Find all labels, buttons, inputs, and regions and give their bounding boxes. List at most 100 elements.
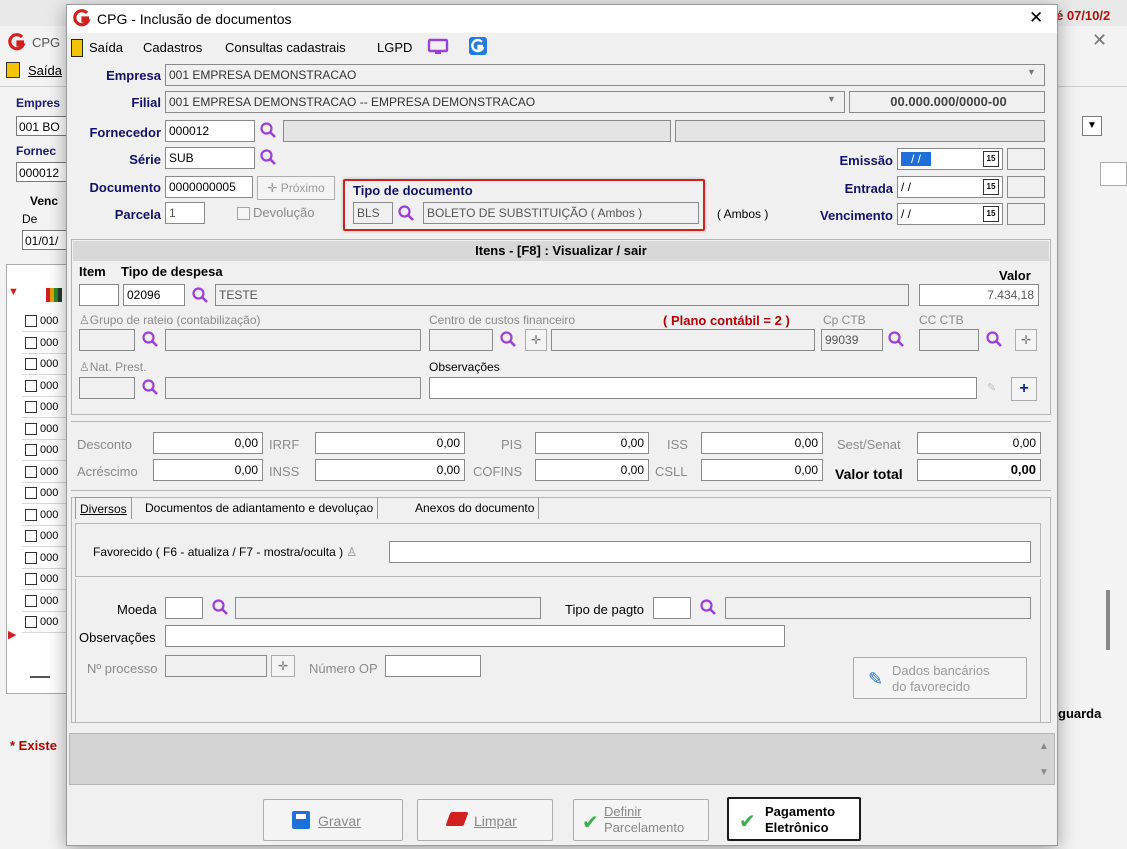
background-menu-saida[interactable]: Saída xyxy=(28,63,62,78)
table-row[interactable]: 000 xyxy=(22,570,68,590)
table-row[interactable]: 000 xyxy=(22,591,68,612)
row-checkbox[interactable] xyxy=(25,379,37,392)
close-icon[interactable]: ✕ xyxy=(1029,8,1043,28)
background-right-field[interactable] xyxy=(1100,162,1127,186)
row-checkbox[interactable] xyxy=(25,551,37,564)
tab-diversos[interactable]: Diversos xyxy=(75,497,132,519)
pencil-icon[interactable]: ✎ xyxy=(987,381,996,394)
cp-ctb-field[interactable]: 99039 xyxy=(821,329,883,351)
tab-anexos[interactable]: Anexos do documento xyxy=(411,497,540,519)
gravar-button[interactable]: Gravar xyxy=(263,799,403,841)
row-checkbox[interactable] xyxy=(25,358,37,371)
devolucao-checkbox[interactable] xyxy=(237,207,250,220)
scroll-up-icon[interactable]: ▲ xyxy=(1039,741,1049,752)
plus-icon[interactable]: ✛ xyxy=(525,329,547,351)
scroll-down-icon[interactable]: ▼ xyxy=(1039,767,1049,778)
parcela-field[interactable]: 1 xyxy=(165,202,205,224)
row-checkbox[interactable] xyxy=(25,508,37,521)
definir-parcelamento-button[interactable]: ✔ Definir Parcelamento xyxy=(573,799,709,841)
tipo-despesa-code-field[interactable]: 02096 xyxy=(123,284,185,306)
search-icon[interactable] xyxy=(141,378,159,396)
table-row[interactable]: 000 xyxy=(22,462,68,483)
table-row[interactable]: 000 xyxy=(22,548,68,569)
row-checkbox[interactable] xyxy=(25,487,37,500)
background-scrollbar-thumb[interactable] xyxy=(1106,590,1110,650)
chevron-down-icon[interactable]: ▼ xyxy=(827,94,836,104)
search-icon[interactable] xyxy=(141,330,159,348)
row-checkbox[interactable] xyxy=(25,401,37,414)
proximo-button[interactable]: ✛ Próximo xyxy=(257,176,335,200)
table-row[interactable]: 000 xyxy=(22,527,68,547)
numero-op-field[interactable] xyxy=(385,655,481,677)
background-close-icon[interactable]: ✕ xyxy=(1092,30,1107,51)
cc-ctb-field[interactable] xyxy=(919,329,979,351)
documento-field[interactable]: 0000000005 xyxy=(165,176,253,198)
sest-field[interactable]: 0,00 xyxy=(917,432,1041,454)
empresa-select[interactable]: 001 EMPRESA DEMONSTRACAO xyxy=(165,64,1045,86)
itens-header[interactable]: Itens - [F8] : Visualizar / sair xyxy=(73,241,1049,261)
search-icon[interactable] xyxy=(211,598,229,616)
limpar-button[interactable]: Limpar xyxy=(417,799,553,841)
search-icon[interactable] xyxy=(499,330,517,348)
minus-icon[interactable] xyxy=(30,676,50,678)
iss-field[interactable]: 0,00 xyxy=(701,432,823,454)
serie-field[interactable]: SUB xyxy=(165,147,255,169)
filial-select[interactable]: 001 EMPRESA DEMONSTRACAO -- EMPRESA DEMO… xyxy=(165,91,845,113)
brand-g-icon[interactable] xyxy=(469,37,487,55)
search-icon[interactable] xyxy=(191,286,209,304)
row-checkbox[interactable] xyxy=(25,594,37,607)
add-item-button[interactable]: + xyxy=(1011,377,1037,401)
row-checkbox[interactable] xyxy=(25,616,37,629)
search-icon[interactable] xyxy=(887,330,905,348)
menu-lgpd[interactable]: LGPD xyxy=(377,40,412,55)
item-field[interactable] xyxy=(79,284,119,306)
cofins-field[interactable]: 0,00 xyxy=(535,459,649,481)
calendar-icon[interactable]: 15 xyxy=(983,151,999,167)
dados-bancarios-button[interactable]: ✎ Dados bancários do favorecido xyxy=(853,657,1027,699)
moeda-code-field[interactable] xyxy=(165,597,203,619)
pagamento-eletronico-button[interactable]: ✔ Pagamento Eletrônico xyxy=(727,797,861,841)
table-row[interactable]: 000 xyxy=(22,484,68,504)
background-de-field[interactable]: 01/01/ xyxy=(22,230,68,250)
centro-custos-code[interactable] xyxy=(429,329,493,351)
row-checkbox[interactable] xyxy=(25,465,37,478)
search-icon[interactable] xyxy=(259,121,277,139)
table-row[interactable]: 000 xyxy=(22,419,68,440)
observacoes-item-field[interactable] xyxy=(429,377,977,399)
plus-icon[interactable]: ✛ xyxy=(271,655,295,677)
table-row[interactable]: 000 xyxy=(22,441,68,461)
row-checkbox[interactable] xyxy=(25,422,37,435)
tipo-pagto-code-field[interactable] xyxy=(653,597,691,619)
chevron-down-icon[interactable]: ▼ xyxy=(1027,67,1036,77)
desconto-field[interactable]: 0,00 xyxy=(153,432,263,454)
menu-cadastros[interactable]: Cadastros xyxy=(143,40,202,55)
row-checkbox[interactable] xyxy=(25,315,37,328)
tipo-documento-code[interactable]: BLS xyxy=(353,202,393,224)
plus-icon[interactable]: ✛ xyxy=(1015,329,1037,351)
irrf-field[interactable]: 0,00 xyxy=(315,432,465,454)
table-row[interactable]: 000 xyxy=(22,505,68,526)
search-icon[interactable] xyxy=(259,148,277,166)
table-row[interactable]: 000 xyxy=(22,312,68,332)
menu-saida[interactable]: Saída xyxy=(89,40,123,55)
table-row[interactable]: 000 xyxy=(22,333,68,354)
fornecedor-code-field[interactable]: 000012 xyxy=(165,120,255,142)
grupo-rateio-code[interactable] xyxy=(79,329,135,351)
menu-consultas-cadastrais[interactable]: Consultas cadastrais xyxy=(225,40,346,55)
monitor-icon[interactable] xyxy=(427,38,449,56)
search-icon[interactable] xyxy=(985,330,1003,348)
valor-field[interactable]: 7.434,18 xyxy=(919,284,1039,306)
table-row[interactable]: 000 xyxy=(22,376,68,397)
chevron-down-icon[interactable]: ▼ xyxy=(1082,116,1102,136)
nr-processo-field[interactable] xyxy=(165,655,267,677)
background-empresa-field[interactable]: 001 BO xyxy=(16,116,68,136)
table-row[interactable]: 000 xyxy=(22,613,68,633)
calendar-icon[interactable]: 15 xyxy=(983,206,999,222)
row-checkbox[interactable] xyxy=(25,573,37,586)
table-row[interactable]: 000 xyxy=(22,398,68,418)
pis-field[interactable]: 0,00 xyxy=(535,432,649,454)
background-fornecedor-field[interactable]: 000012 xyxy=(16,162,68,182)
search-icon[interactable] xyxy=(397,204,415,222)
calendar-icon[interactable]: 15 xyxy=(983,179,999,195)
csll-field[interactable]: 0,00 xyxy=(701,459,823,481)
